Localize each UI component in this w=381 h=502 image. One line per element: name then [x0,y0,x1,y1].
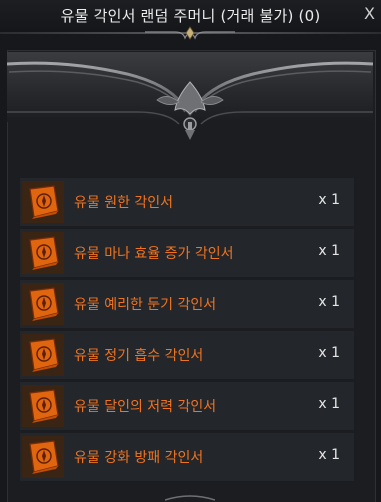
engraving-book-icon [22,181,64,223]
bottom-ornament-icon [165,495,215,501]
item-quantity: x 1 [318,243,340,259]
list-item[interactable]: 유물 마나 효율 증가 각인서 x 1 [20,229,354,277]
list-item[interactable]: 유물 정기 흡수 각인서 x 1 [20,331,354,379]
close-button[interactable]: X [364,4,375,23]
item-name: 유물 예리한 둔기 각인서 [74,297,217,313]
engraving-book-icon [22,385,64,427]
engraving-book-icon [22,334,64,376]
item-quantity: x 1 [318,447,340,463]
item-name: 유물 달인의 저력 각인서 [74,399,217,415]
item-quantity: x 1 [318,192,340,208]
engraving-book-icon [22,232,64,274]
list-item[interactable]: 유물 예리한 둔기 각인서 x 1 [20,280,354,328]
ornate-header-banner [7,52,373,140]
item-quantity: x 1 [318,345,340,361]
window-title: 유물 각인서 랜덤 주머니 (거래 불가) (0) [60,7,321,25]
item-quantity: x 1 [318,396,340,412]
reward-pouch-window: 유물 각인서 랜덤 주머니 (거래 불가) (0) X 유물 원한 각인서 x … [0,0,381,502]
item-quantity: x 1 [318,294,340,310]
title-ornament-icon [145,26,235,40]
item-name: 유물 마나 효율 증가 각인서 [74,246,234,262]
item-name: 유물 정기 흡수 각인서 [74,348,204,364]
reward-item-list: 유물 원한 각인서 x 1 유물 마나 효율 증가 각인서 x 1 유물 예리한… [20,178,354,484]
engraving-book-icon [22,436,64,478]
list-item[interactable]: 유물 원한 각인서 x 1 [20,178,354,226]
engraving-book-icon [22,283,64,325]
item-name: 유물 강화 방패 각인서 [74,450,204,466]
list-item[interactable]: 유물 달인의 저력 각인서 x 1 [20,382,354,430]
list-item[interactable]: 유물 강화 방패 각인서 x 1 [20,433,354,481]
item-name: 유물 원한 각인서 [74,195,174,211]
